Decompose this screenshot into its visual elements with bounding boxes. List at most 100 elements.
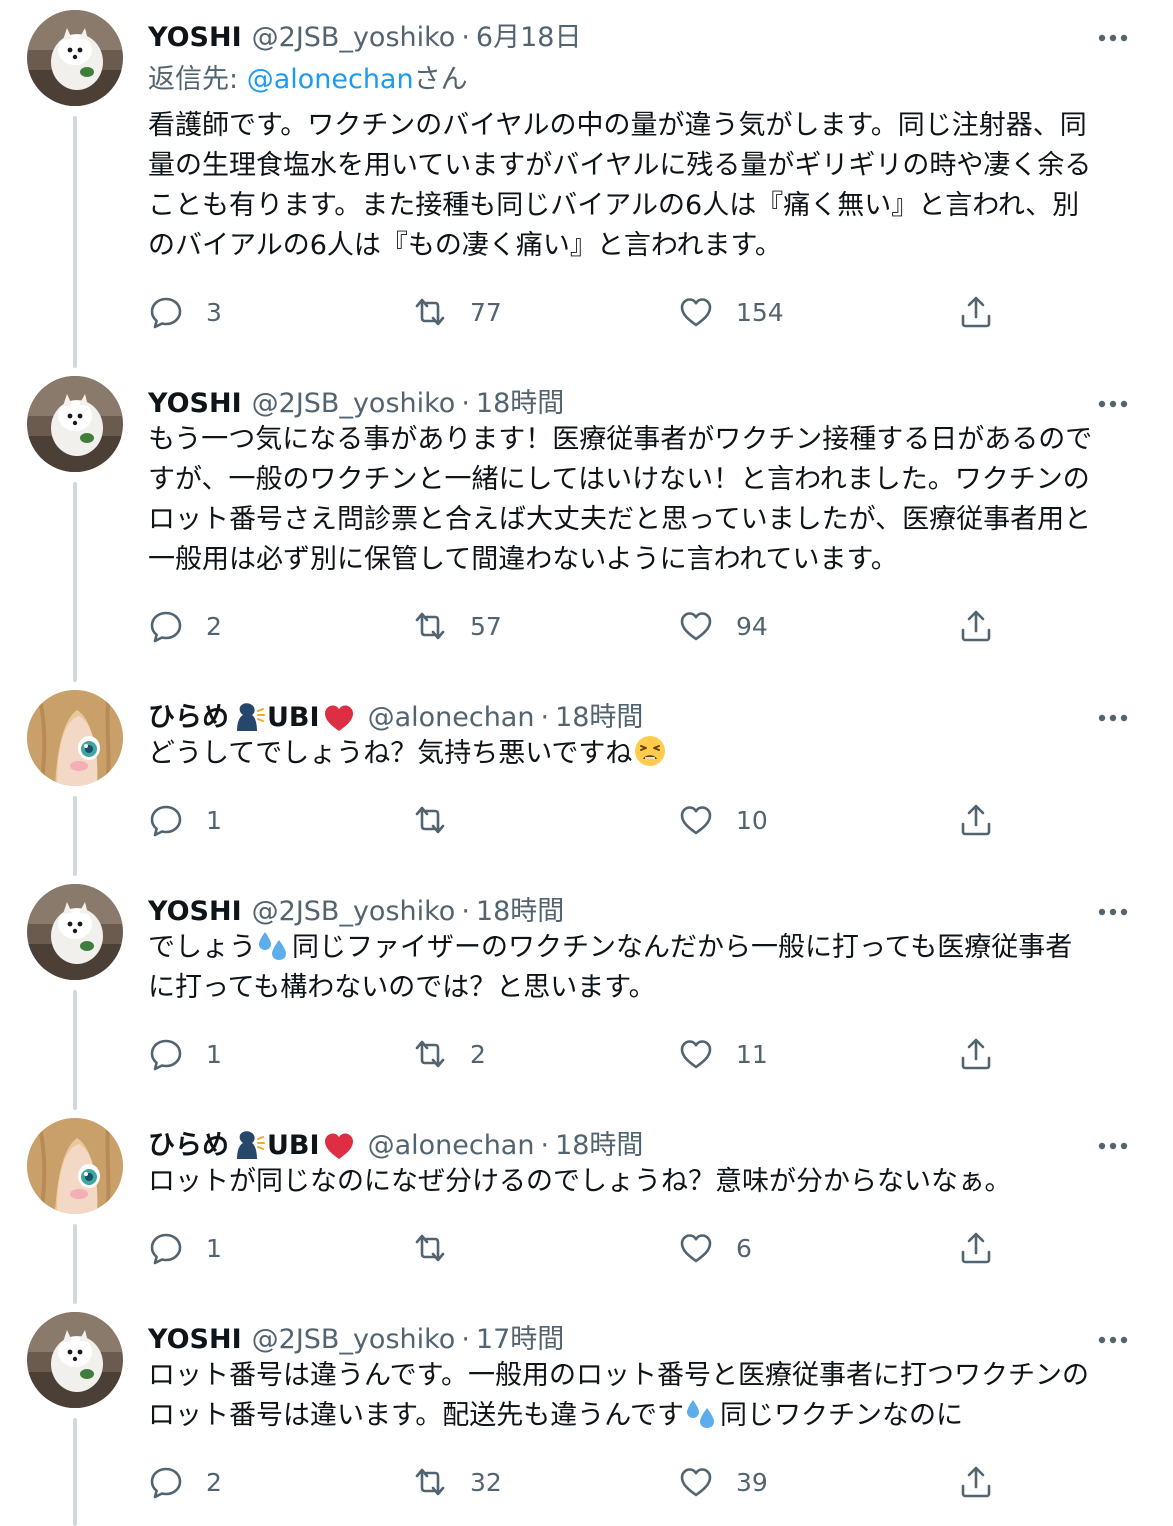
retweet-button[interactable]: 32 bbox=[412, 1462, 502, 1502]
retweet-button[interactable] bbox=[412, 1228, 470, 1268]
tweet-header: YOSHI @2JSB_yoshiko · 6月18日 bbox=[148, 18, 1133, 58]
author-name: ひらめ bbox=[148, 1130, 229, 1161]
tweet-header: ひらめ UBI @alonechan · 18時間 bbox=[148, 1126, 1133, 1166]
pomeranian-avatar[interactable] bbox=[27, 10, 123, 106]
anime-girl-avatar[interactable] bbox=[27, 690, 123, 786]
author-handle[interactable]: @alonechan bbox=[368, 698, 535, 738]
tweet-actions: 2 32 39 bbox=[148, 1462, 1008, 1502]
author-handle[interactable]: @alonechan bbox=[368, 1126, 535, 1166]
author-handle[interactable]: @2JSB_yoshiko bbox=[252, 18, 456, 58]
timestamp[interactable]: 18時間 bbox=[476, 384, 564, 424]
author-name[interactable]: YOSHI bbox=[148, 384, 242, 424]
more-options-icon[interactable] bbox=[1093, 1126, 1133, 1166]
more-options-icon[interactable] bbox=[1093, 384, 1133, 424]
red-heart-icon bbox=[322, 1129, 356, 1163]
more-options-icon[interactable] bbox=[1093, 698, 1133, 738]
share-button[interactable] bbox=[958, 800, 994, 840]
tweet-text-line: どうしてでしょうね？気持ち悪いですね bbox=[148, 734, 1138, 774]
author-name-group[interactable]: ひらめ UBI bbox=[148, 698, 358, 738]
thread-line bbox=[73, 990, 77, 1110]
reply-button[interactable]: 2 bbox=[148, 1462, 222, 1502]
more-options-icon[interactable] bbox=[1093, 1320, 1133, 1360]
more-options-icon[interactable] bbox=[1093, 892, 1133, 932]
timestamp[interactable]: 17時間 bbox=[476, 1320, 564, 1360]
timestamp[interactable]: 18時間 bbox=[476, 892, 564, 932]
author-name: ひらめ bbox=[148, 702, 229, 733]
author-handle[interactable]: @2JSB_yoshiko bbox=[252, 892, 456, 932]
timestamp[interactable]: 6月18日 bbox=[476, 18, 582, 58]
timestamp[interactable]: 18時間 bbox=[555, 698, 643, 738]
share-button[interactable] bbox=[958, 1228, 994, 1268]
reply-button[interactable]: 3 bbox=[148, 292, 222, 332]
separator: · bbox=[461, 1324, 470, 1355]
separator: · bbox=[540, 702, 550, 733]
share-icon bbox=[958, 1230, 994, 1266]
author-name[interactable]: YOSHI bbox=[148, 892, 242, 932]
retweet-button[interactable]: 77 bbox=[412, 292, 502, 332]
retweet-button[interactable]: 57 bbox=[412, 606, 502, 646]
reply-to-mention[interactable]: @alonechan bbox=[247, 64, 414, 95]
retweet-count: 2 bbox=[470, 1039, 486, 1069]
reply-icon bbox=[148, 1464, 184, 1500]
heart-icon bbox=[678, 1036, 714, 1072]
like-button[interactable]: 39 bbox=[678, 1462, 768, 1502]
like-button[interactable]: 11 bbox=[678, 1034, 768, 1074]
share-button[interactable] bbox=[958, 1462, 994, 1502]
share-icon bbox=[958, 1036, 994, 1072]
share-icon bbox=[958, 1464, 994, 1500]
like-button[interactable]: 94 bbox=[678, 606, 768, 646]
reply-button[interactable]: 1 bbox=[148, 1034, 222, 1074]
anime-girl-avatar[interactable] bbox=[27, 1118, 123, 1214]
author-handle[interactable]: @2JSB_yoshiko bbox=[252, 384, 456, 424]
retweet-icon bbox=[412, 608, 448, 644]
tweet-text-line: 看護師です。ワクチンのバイヤルの中の量が違う気がします。同じ注射器、同 bbox=[148, 110, 1087, 141]
thread-line bbox=[73, 1418, 77, 1526]
tweet-text-line: ことも有ります。また接種も同じバイアルの6人は『痛く無い』と言われ、別 bbox=[148, 190, 1080, 221]
tweet-text-line: のバイアルの6人は『もの凄く痛い』と言われます。 bbox=[148, 230, 782, 261]
more-options-icon[interactable] bbox=[1093, 18, 1133, 58]
share-button[interactable] bbox=[958, 292, 994, 332]
tweet-text-line: すが、一般のワクチンと一緒にしてはいけない！と言われました。ワクチンの bbox=[148, 464, 1090, 495]
tweet-actions: 1 6 bbox=[148, 1228, 1008, 1268]
tweet-actions: 1 10 bbox=[148, 800, 1008, 840]
reply-button[interactable]: 1 bbox=[148, 1228, 222, 1268]
retweet-button[interactable]: 2 bbox=[412, 1034, 486, 1074]
like-button[interactable]: 6 bbox=[678, 1228, 752, 1268]
reply-button[interactable]: 2 bbox=[148, 606, 222, 646]
separator: · bbox=[461, 22, 470, 53]
retweet-count: 77 bbox=[470, 297, 502, 327]
like-button[interactable]: 154 bbox=[678, 292, 784, 332]
tired-face-icon bbox=[633, 734, 667, 768]
share-button[interactable] bbox=[958, 1034, 994, 1074]
retweet-icon bbox=[412, 294, 448, 330]
tweet-text: どうしてでしょうね？気持ち悪いですね bbox=[148, 734, 1138, 774]
tweet-text: もう一つ気になる事があります！医療従事者がワクチン接種する日があるので すが、一… bbox=[148, 420, 1138, 580]
like-count: 11 bbox=[736, 1039, 768, 1069]
sweat-droplets-icon bbox=[257, 928, 291, 962]
red-heart-icon bbox=[322, 701, 356, 735]
pomeranian-avatar[interactable] bbox=[27, 884, 123, 980]
heart-icon bbox=[678, 294, 714, 330]
pomeranian-avatar[interactable] bbox=[27, 1312, 123, 1408]
author-name-group[interactable]: ひらめ UBI bbox=[148, 1126, 358, 1166]
timestamp[interactable]: 18時間 bbox=[555, 1126, 643, 1166]
heart-icon bbox=[678, 802, 714, 838]
pomeranian-avatar[interactable] bbox=[27, 376, 123, 472]
tweet-text-line: ロット番号は違うんです。一般用のロット番号と医療従事者に打つワクチンの bbox=[148, 1360, 1089, 1391]
author-name[interactable]: YOSHI bbox=[148, 1320, 242, 1360]
author-name[interactable]: YOSHI bbox=[148, 18, 242, 58]
reply-count: 1 bbox=[206, 1233, 222, 1263]
author-handle[interactable]: @2JSB_yoshiko bbox=[252, 1320, 456, 1360]
share-button[interactable] bbox=[958, 606, 994, 646]
heart-icon bbox=[678, 1464, 714, 1500]
separator: · bbox=[461, 896, 470, 927]
tweet-text-line: 量の生理食塩水を用いていますがバイヤルに残る量がギリギリの時や凄く余る bbox=[148, 150, 1092, 181]
tweet-actions: 3 77 154 bbox=[148, 292, 1008, 332]
reply-icon bbox=[148, 1230, 184, 1266]
retweet-button[interactable] bbox=[412, 800, 470, 840]
reply-button[interactable]: 1 bbox=[148, 800, 222, 840]
reply-count: 1 bbox=[206, 805, 222, 835]
separator: · bbox=[540, 1130, 550, 1161]
like-button[interactable]: 10 bbox=[678, 800, 768, 840]
tweet-text-segment: どうしてでしょうね？気持ち悪いですね bbox=[148, 738, 633, 769]
